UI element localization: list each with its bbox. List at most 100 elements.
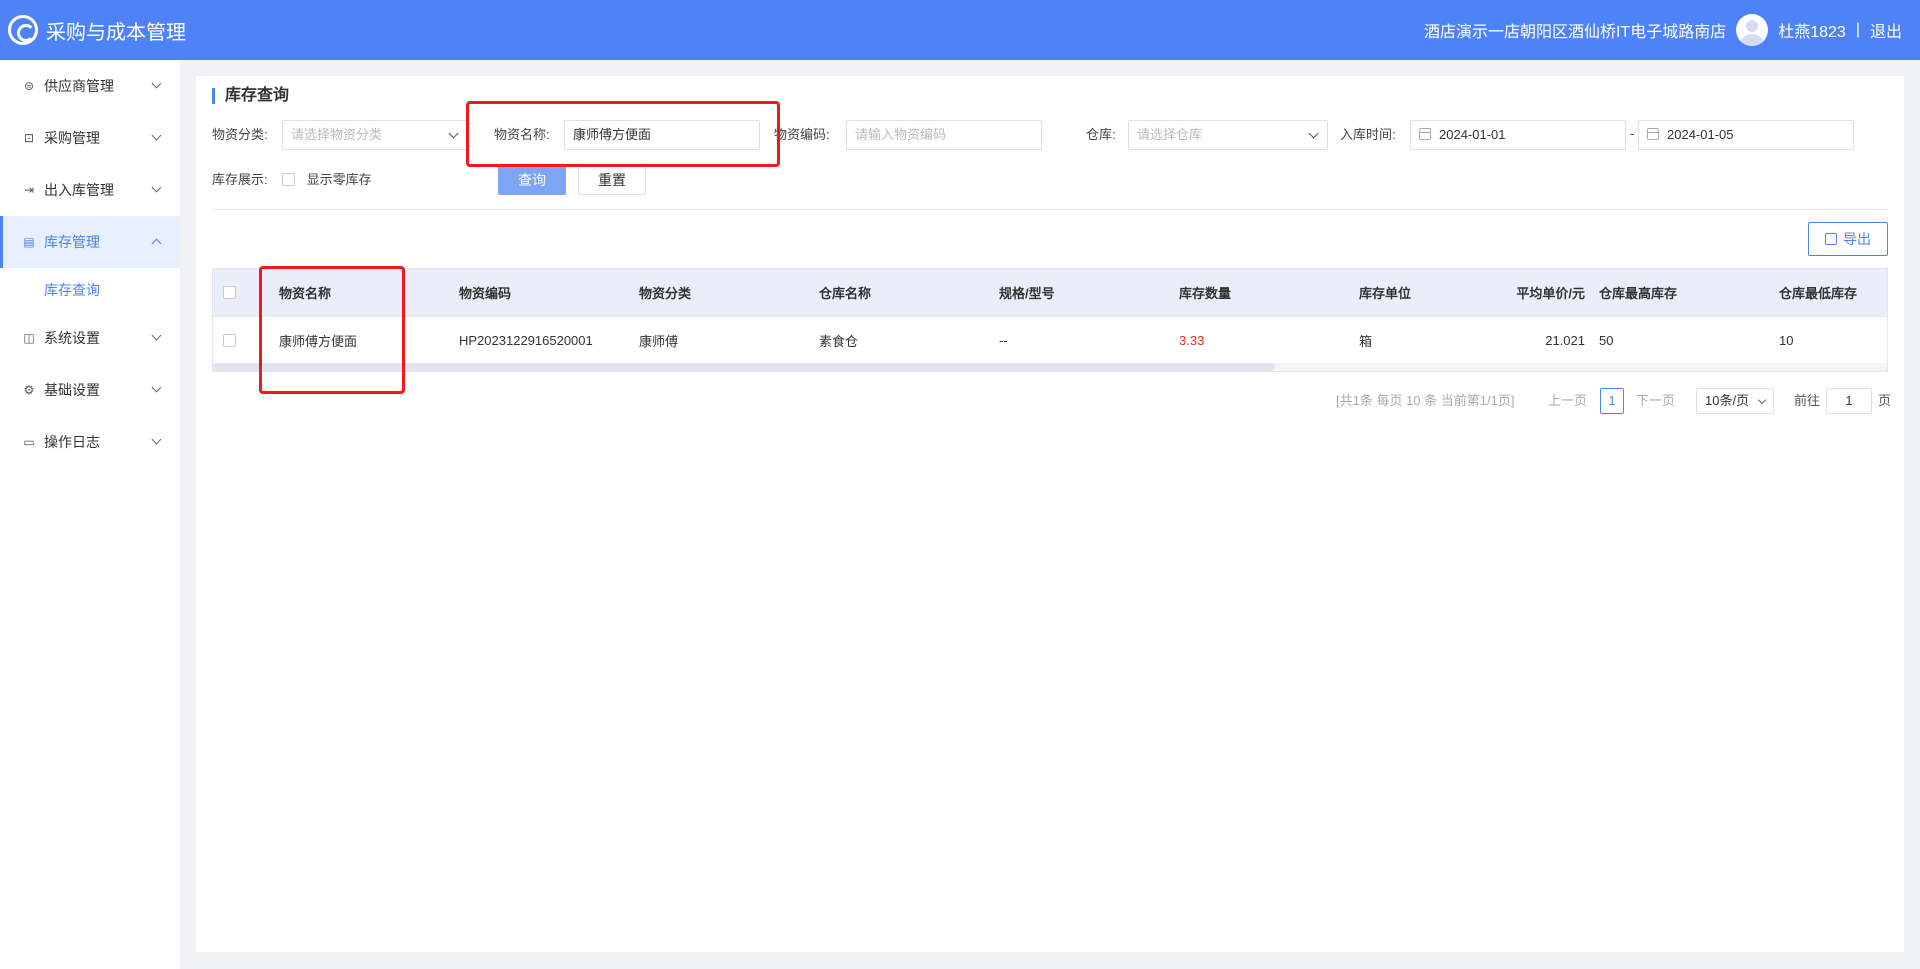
name-label: 物资名称: [494, 127, 550, 142]
warehouse-select[interactable]: 请选择仓库 [1128, 120, 1328, 150]
page-title: 库存查询 [212, 88, 289, 104]
sidebar-item-label: 采购管理 [44, 130, 100, 146]
gear-icon: ⚙ [23, 383, 35, 397]
sidebar-item-system[interactable]: ◫ 系统设置 [0, 312, 180, 364]
cell-category: 康师傅 [639, 333, 679, 349]
column-header: 库存数量 [1179, 286, 1232, 301]
cell-spec: -- [999, 332, 1008, 348]
store-name: 酒店演示一店朝阳区酒仙桥IT电子城路南店 [1423, 24, 1727, 41]
name-value: 康师傅方便面 [573, 127, 652, 142]
export-label: 导出 [1843, 231, 1871, 247]
row-checkbox[interactable] [223, 333, 236, 347]
cell-unit: 箱 [1359, 333, 1373, 349]
app-logo[interactable]: 采购与成本管理 [8, 15, 186, 45]
app-title: 采购与成本管理 [46, 21, 186, 44]
export-button[interactable]: 导出 [1808, 222, 1888, 256]
sidebar-item-label: 操作日志 [44, 434, 100, 450]
cell-min-stock: 10 [1779, 332, 1794, 348]
next-page-button[interactable]: 下一页 [1636, 388, 1675, 414]
sidebar-item-inventory[interactable]: ▤ 库存管理 [0, 216, 180, 268]
chevron-down-icon [1757, 395, 1767, 405]
page-number-button[interactable]: 1 [1600, 388, 1624, 414]
time-label: 入库时间: [1340, 127, 1396, 142]
scrollbar-thumb[interactable] [213, 363, 1275, 371]
chevron-down-icon [1308, 128, 1319, 139]
sidebar-item-label: 基础设置 [44, 382, 100, 398]
column-header: 仓库最高库存 [1599, 286, 1678, 301]
code-label: 物资编码: [774, 127, 830, 142]
user-name: 杜燕1823 [1778, 24, 1846, 41]
zero-stock-label: 显示零库存 [306, 172, 372, 187]
logo-icon [8, 15, 38, 45]
column-header: 物资名称 [279, 286, 332, 301]
zero-stock-checkbox[interactable] [282, 173, 295, 186]
chevron-down-icon [151, 382, 162, 393]
code-placeholder: 请输入物资编码 [855, 127, 947, 142]
cell-material-name: 康师傅方便面 [279, 333, 358, 349]
calendar-icon [1419, 128, 1431, 140]
sidebar-item-label: 出入库管理 [44, 182, 114, 198]
header-separator: | [1855, 21, 1860, 38]
sidebar-subitem-inventory-query[interactable]: 库存查询 [0, 268, 180, 312]
sidebar-item-purchase[interactable]: ⊡ 采购管理 [0, 112, 180, 164]
avatar[interactable] [1736, 14, 1769, 46]
date-from-input[interactable]: 2024-01-01 [1410, 120, 1626, 150]
reset-button[interactable]: 重置 [578, 165, 646, 195]
page-size-value: 10条/页 [1705, 393, 1750, 408]
horizontal-scrollbar[interactable] [213, 363, 1887, 371]
chevron-down-icon [448, 128, 459, 139]
sidebar-item-label: 库存管理 [44, 234, 100, 250]
date-to-value: 2024-01-05 [1667, 127, 1734, 142]
page-suffix: 页 [1878, 393, 1892, 408]
column-header: 库存单位 [1359, 286, 1412, 301]
export-icon [1825, 233, 1837, 245]
chevron-down-icon [151, 182, 162, 193]
table-row[interactable]: 康师傅方便面 HP2023122916520001 康师傅 素食仓 -- 3.3… [213, 316, 1887, 363]
sidebar-item-supplier[interactable]: ⊜ 供应商管理 [0, 60, 180, 112]
sidebar-item-label: 供应商管理 [44, 78, 114, 94]
zero-stock-option[interactable]: 显示零库存 [282, 165, 372, 195]
sidebar: ⊜ 供应商管理 ⊡ 采购管理 ⇥ 出入库管理 ▤ 库存管理 库存查询 ◫ 系统设… [0, 60, 180, 969]
date-from-value: 2024-01-01 [1439, 127, 1506, 142]
goto-page-input[interactable]: 1 [1826, 388, 1872, 414]
query-button[interactable]: 查询 [498, 165, 566, 195]
prev-page-button[interactable]: 上一页 [1548, 388, 1587, 414]
purchase-icon: ⊡ [23, 131, 35, 145]
name-input[interactable]: 康师傅方便面 [564, 120, 760, 150]
cell-material-code: HP2023122916520001 [459, 332, 593, 348]
table-header: 物资名称 物资编码 物资分类 仓库名称 规格/型号 库存数量 库存单位 平均单价… [213, 269, 1887, 316]
sidebar-item-inout[interactable]: ⇥ 出入库管理 [0, 164, 180, 216]
inventory-icon: ▤ [23, 235, 35, 249]
goto-label: 前往 [1794, 393, 1821, 408]
chevron-down-icon [151, 130, 162, 141]
inventory-table: 物资名称 物资编码 物资分类 仓库名称 规格/型号 库存数量 库存单位 平均单价… [212, 268, 1888, 372]
cell-warehouse: 素食仓 [819, 333, 859, 349]
sidebar-item-log[interactable]: ▭ 操作日志 [0, 416, 180, 468]
sidebar-item-basic[interactable]: ⚙ 基础设置 [0, 364, 180, 416]
date-to-input[interactable]: 2024-01-05 [1638, 120, 1854, 150]
cell-avg-price: 21.021 [1545, 332, 1585, 348]
column-header: 仓库名称 [819, 286, 872, 301]
code-input[interactable]: 请输入物资编码 [846, 120, 1042, 150]
select-all-checkbox[interactable] [223, 286, 236, 299]
divider [212, 209, 1888, 210]
page-size-select[interactable]: 10条/页 [1696, 388, 1774, 414]
supplier-icon: ⊜ [23, 79, 35, 93]
sidebar-item-label: 系统设置 [44, 330, 100, 346]
inout-icon: ⇥ [23, 183, 35, 197]
category-placeholder: 请选择物资分类 [291, 127, 383, 142]
top-header: 采购与成本管理 酒店演示一店朝阳区酒仙桥IT电子城路南店 杜燕1823 | 退出 [0, 0, 1920, 60]
column-header: 物资分类 [639, 286, 692, 301]
logout-link[interactable]: 退出 [1870, 18, 1902, 42]
warehouse-label: 仓库: [1086, 127, 1116, 142]
column-header: 物资编码 [459, 286, 512, 301]
category-label: 物资分类: [212, 127, 268, 142]
date-separator: - [1630, 126, 1635, 141]
column-header: 仓库最低库存 [1779, 286, 1858, 301]
display-label: 库存展示: [212, 172, 268, 187]
log-icon: ▭ [23, 435, 35, 449]
column-header: 规格/型号 [999, 286, 1055, 301]
category-select[interactable]: 请选择物资分类 [282, 120, 468, 150]
chevron-down-icon [151, 434, 162, 445]
main-content: 库存查询 物资分类: 请选择物资分类 物资名称: 康师傅方便面 物资编码: 请输… [196, 76, 1904, 952]
